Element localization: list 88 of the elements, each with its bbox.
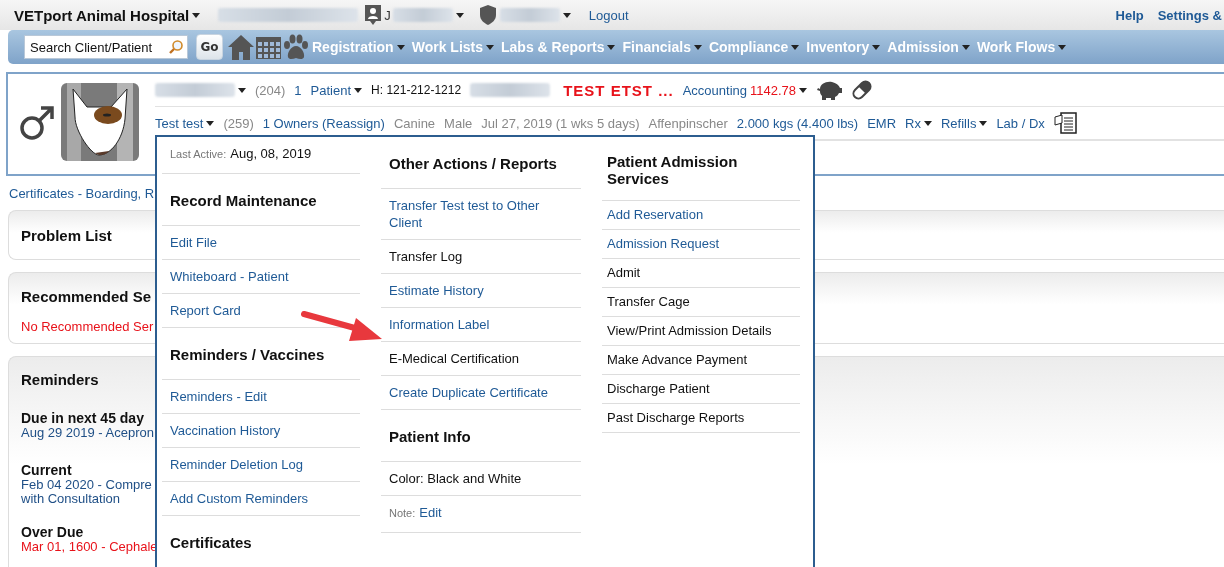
search-field[interactable]: Search Client/Patient: [24, 35, 188, 59]
paw-icon[interactable]: [282, 33, 310, 61]
caret-icon[interactable]: [455, 12, 464, 18]
document-icon[interactable]: [1053, 111, 1078, 135]
patient-info-text[interactable]: EMR: [867, 115, 897, 131]
menu-item[interactable]: Vaccination History: [170, 422, 352, 439]
blurred-text: [392, 8, 453, 22]
patient-info-text: H: 121-212-1212: [371, 83, 462, 97]
menu-item[interactable]: Report Card: [170, 302, 352, 319]
patient-info-text: (204): [255, 82, 286, 98]
section-heading: Reminders / Vaccines: [170, 346, 325, 363]
user-name[interactable]: J: [384, 7, 391, 23]
patient-info-text[interactable]: Rx: [905, 115, 921, 131]
blurred-text: [499, 8, 560, 22]
menu-item[interactable]: Make Advance Payment: [607, 351, 795, 368]
calendar-icon[interactable]: [255, 34, 282, 60]
reminder-heading: Over Due: [21, 524, 84, 540]
caret-icon[interactable]: [206, 120, 215, 126]
home-icon[interactable]: [227, 33, 255, 61]
menu-item[interactable]: Create Duplicate Certificate: [389, 384, 573, 401]
patient-info-text[interactable]: 1142.78: [750, 82, 797, 98]
patient-info-text[interactable]: Lab / Dx: [996, 115, 1045, 131]
menu-item[interactable]: Transfer Log: [389, 248, 573, 265]
menu-item[interactable]: Reminder Deletion Log: [170, 456, 352, 473]
piggy-bank-icon[interactable]: [816, 80, 843, 100]
card-title: Recommended Se: [21, 288, 152, 305]
male-icon: [18, 104, 56, 142]
patient-info-text: Affenpinscher: [648, 115, 728, 131]
menu-item[interactable]: Admit: [607, 264, 795, 281]
menu-item[interactable]: Estimate History: [389, 282, 573, 299]
patient-info-text[interactable]: 1: [294, 82, 302, 98]
patient-info-text[interactable]: Test test: [155, 115, 204, 131]
menu-item[interactable]: Edit File: [170, 234, 352, 251]
menu-item[interactable]: Add Reservation: [607, 206, 795, 223]
menu-item[interactable]: Admission Request: [607, 235, 795, 252]
reminder-heading: Current: [21, 462, 72, 478]
caret-icon[interactable]: [924, 120, 932, 126]
field-label: Last Active:: [170, 147, 227, 162]
patient-info-text: TEST ETST ...: [563, 81, 674, 99]
menu-item[interactable]: Discharge Patient: [607, 380, 795, 397]
patient-info-text[interactable]: Patient: [310, 82, 352, 98]
field-value: Aug, 08, 2019: [230, 145, 312, 162]
caret-icon[interactable]: [979, 120, 988, 126]
menu-item[interactable]: Transfer Test test to Other Client: [389, 197, 573, 231]
patient-info-text[interactable]: 2.000 kgs (4.400 lbs): [736, 115, 859, 131]
caret-icon[interactable]: [799, 87, 808, 93]
section-heading: Record Maintenance: [170, 192, 317, 209]
field-label: Note:: [389, 506, 416, 521]
field-value[interactable]: Edit: [419, 504, 442, 521]
menu-item[interactable]: Information Label: [389, 316, 573, 333]
patient-info-text: Canine: [393, 115, 436, 131]
section-heading: Patient Admission Services: [607, 153, 738, 187]
menu-item[interactable]: Reminders - Edit: [170, 388, 352, 405]
caret-icon[interactable]: [562, 12, 571, 18]
section-heading: Other Actions / Reports: [389, 155, 557, 172]
reminder-text: Feb 04 2020 - Compre: [21, 478, 152, 492]
header-link[interactable]: Help: [1115, 7, 1144, 23]
shield-icon: [477, 4, 498, 26]
patient-info-text: (259): [223, 115, 254, 131]
menu-item[interactable]: Transfer Cage: [607, 293, 795, 310]
menu-item[interactable]: View/Print Admission Details: [607, 322, 795, 339]
hospital-menu[interactable]: VETport Animal Hospital: [14, 6, 201, 24]
patient-info-text: Male: [444, 115, 473, 131]
menu-item[interactable]: Whiteboard - Patient: [170, 268, 352, 285]
patient-info-text[interactable]: Accounting: [682, 82, 747, 98]
go-button[interactable]: Go: [196, 34, 223, 60]
section-heading: Certificates: [170, 534, 252, 551]
search-icon[interactable]: [168, 39, 184, 55]
menu-item[interactable]: E-Medical Certification: [389, 350, 573, 367]
reminder-text: Mar 01, 1600 - Cephale: [21, 540, 158, 554]
menu-item[interactable]: Add Custom Reminders: [170, 490, 352, 507]
section-heading: Patient Info: [389, 428, 471, 445]
reminder-text: Aug 29 2019 - Acepron: [21, 426, 154, 440]
menu-item[interactable]: Past Discharge Reports: [607, 409, 795, 426]
patient-info-text[interactable]: 1 Owners (Reassign): [262, 115, 385, 131]
header-link[interactable]: Settings &: [1157, 7, 1222, 23]
card-title: Reminders: [21, 371, 99, 388]
caret-icon[interactable]: [238, 87, 246, 93]
patient-info-text[interactable]: Refills: [941, 115, 977, 131]
reminder-heading: Due in next 45 day: [21, 410, 144, 426]
patient-info-text: Jul 27, 2019 (1 wks 5 days): [481, 115, 640, 131]
caret-icon[interactable]: [354, 87, 363, 93]
menu-item[interactable]: Color: Black and White: [389, 470, 573, 487]
reminder-text: with Consultation: [21, 492, 120, 506]
logout-link[interactable]: Logout: [588, 7, 629, 23]
empty-message: No Recommended Ser: [21, 319, 154, 334]
person-icon: [364, 4, 383, 26]
card-title: Problem List: [21, 226, 112, 244]
